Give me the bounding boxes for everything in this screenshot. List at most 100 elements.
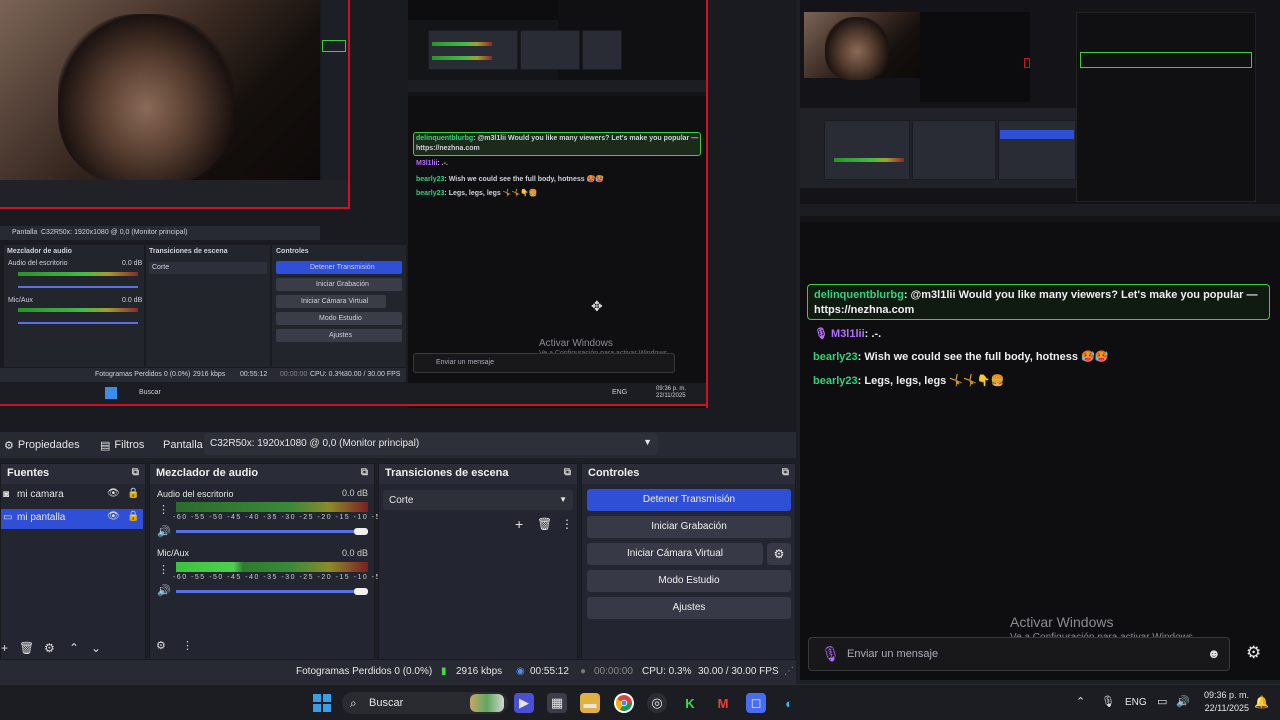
nested-mic: Mic/Aux [8,297,33,304]
nested-dropped: Fotogramas Perdidos 0 (0.0%) [95,371,191,378]
store-icon[interactable]: ▦ [547,693,567,713]
folder-icon[interactable]: ▬ [580,693,600,713]
nested-db: 0.0 dB [122,260,143,267]
speaker-icon[interactable]: 🔊 [157,525,171,538]
mic-badge-icon: 🎙 [814,328,832,340]
filters-button[interactable]: ▤ Filtros [100,436,144,454]
display-select[interactable]: C32R50x: 1920x1080 @ 0,0 (Monitor princi… [204,433,658,455]
nested-cpu: CPU: 0.3% [310,371,345,378]
volume-slider[interactable] [176,590,356,593]
lock-icon[interactable]: 🔒 [127,511,139,522]
advanced-audio-icon[interactable]: ⚙ [156,639,166,652]
chat-username[interactable]: delinquentblurbg [814,289,904,301]
chevron-down-icon[interactable]: ⌄ [91,641,101,655]
nested-controls-title: Controles [276,248,309,255]
transition-select[interactable]: Corte ▼ [383,490,573,510]
clock-date[interactable]: 22/11/2025 [1201,703,1249,713]
chat-input-placeholder: Enviar un mensaje [847,648,939,660]
kebab-icon[interactable]: ⋮ [561,517,573,531]
chat-text: : Legs, legs, legs 🤸🤸👇🍔 [444,190,538,197]
windows-start-icon[interactable] [312,693,332,713]
source-item[interactable]: ◙ mi camara 👁 🔒 [1,486,143,506]
kick-icon[interactable]: K [680,693,700,713]
chevron-up-icon[interactable]: ⌃ [1076,695,1085,708]
nested-transitions-title: Transiciones de escena [149,248,228,255]
undock-icon[interactable]: ⧉ [132,467,139,478]
source-label: Pantalla [163,439,203,451]
resize-grip-icon[interactable]: ⋰ [784,666,794,677]
camera-icon: ◙ [3,489,10,500]
start-recording-button[interactable]: Iniciar Grabación [587,516,791,538]
stream-icon: ◉ [516,666,525,677]
undock-icon[interactable]: ⧉ [361,467,368,478]
app-icon[interactable]: ◻ [746,693,766,713]
nested-transition-value: Corte [152,264,170,271]
edge-icon[interactable]: ◐ [779,693,799,713]
chat-text: : .-. [437,160,448,167]
virtual-camera-gear-icon[interactable]: ⚙ [767,543,791,565]
language-indicator[interactable]: ENG [1125,697,1147,708]
kebab-icon[interactable]: ⋮ [182,639,193,652]
monitor-icon: ▭ [3,512,13,523]
stop-stream-button[interactable]: Detener Transmisión [587,489,791,511]
speaker-icon[interactable]: 🔊 [157,584,171,597]
microphone-icon[interactable]: 🎙 [1101,695,1115,708]
chat-username[interactable]: M3l1lii [831,328,865,340]
volume-slider-knob[interactable] [354,528,368,535]
properties-button[interactable]: ⚙ Propiedades [4,436,80,454]
lock-icon[interactable]: 🔒 [127,488,139,499]
gmail-icon[interactable]: M [713,693,733,713]
move-cursor-icon: ✥ [591,298,603,314]
nested-settings: Ajustes [329,332,352,339]
start-virtual-camera-button[interactable]: Iniciar Cámara Virtual [587,543,763,565]
undock-icon[interactable]: ⧉ [564,467,571,478]
add-icon[interactable]: + [1,641,8,655]
volume-slider-knob[interactable] [354,588,368,595]
eye-icon[interactable]: 👁 [107,511,120,522]
monitor-icon[interactable]: ▭ [1157,695,1167,708]
chat-link[interactable]: https://nezhna.com [814,304,914,316]
volume-icon[interactable]: 🔊 [1176,695,1190,708]
mic-icon[interactable]: 🎙 [821,645,840,663]
nested-start-record: Iniciar Grabación [316,281,369,288]
volume-meter [176,502,368,512]
chrome-icon[interactable] [614,693,634,713]
undock-icon[interactable]: ⧉ [782,467,789,478]
obs-icon[interactable]: ◎ [647,693,667,713]
chat-nick: M3l1lii [416,160,438,167]
chat-link: https://nezhna.com [416,145,480,152]
nested-time: 00:55:12 [240,371,268,378]
trash-icon[interactable]: 🗑 [537,517,552,531]
chat-nick: delinquentblurbg [416,135,474,142]
chat-username[interactable]: bearly23 [813,375,858,387]
studio-mode-button[interactable]: Modo Estudio [587,570,791,592]
chat-message: : Wish we could see the full body, hotne… [857,351,1109,363]
chevron-down-icon: ▼ [559,495,567,504]
kebab-icon[interactable]: ⋮ [158,563,169,576]
add-icon[interactable]: + [515,516,523,532]
display-select-value: C32R50x: 1920x1080 @ 0,0 (Monitor princi… [210,438,420,449]
taskbar-search[interactable]: ⌕ Buscar [342,692,508,714]
nested-studio: Modo Estudio [319,315,362,322]
chat-input[interactable]: 🎙 Enviar un mensaje ☻ [808,637,1230,671]
kebab-icon[interactable]: ⋮ [158,503,169,516]
chat-username[interactable]: bearly23 [813,351,858,363]
source-item[interactable]: ▭ mi pantalla 👁 🔒 [1,509,143,529]
chat-settings-gear-icon[interactable]: ⚙ [1246,643,1261,663]
trash-icon[interactable]: 🗑 [19,641,34,655]
chat-nick: bearly23 [416,190,445,197]
clock-time[interactable]: 09:36 p. m. [1201,690,1249,700]
eye-icon[interactable]: 👁 [107,488,120,499]
video-app-icon[interactable]: ▶ [514,693,534,713]
volume-slider[interactable] [176,530,356,533]
obs-preview[interactable]: delinquentblurbg: @m3l1lii Would you lik… [0,0,796,432]
cpu-usage: CPU: 0.3% [642,666,692,677]
emote-icon[interactable]: ☻ [1207,646,1221,661]
gear-icon[interactable]: ⚙ [44,641,55,655]
notification-bell-icon[interactable]: 🔔 [1254,695,1269,709]
windows-taskbar: ⌕ Buscar ▶ ▦ ▬ ◎ K M ◻ ◐ ⌃ 🎙 ENG ▭ 🔊 09:… [0,684,1280,720]
nested-props-value: C32R50x: 1920x1080 @ 0,0 (Monitor princi… [41,229,188,236]
settings-button[interactable]: Ajustes [587,597,791,619]
chevron-up-icon[interactable]: ⌃ [69,641,79,655]
chat-message: : Legs, legs, legs 🤸🤸👇🍔 [857,375,1005,387]
